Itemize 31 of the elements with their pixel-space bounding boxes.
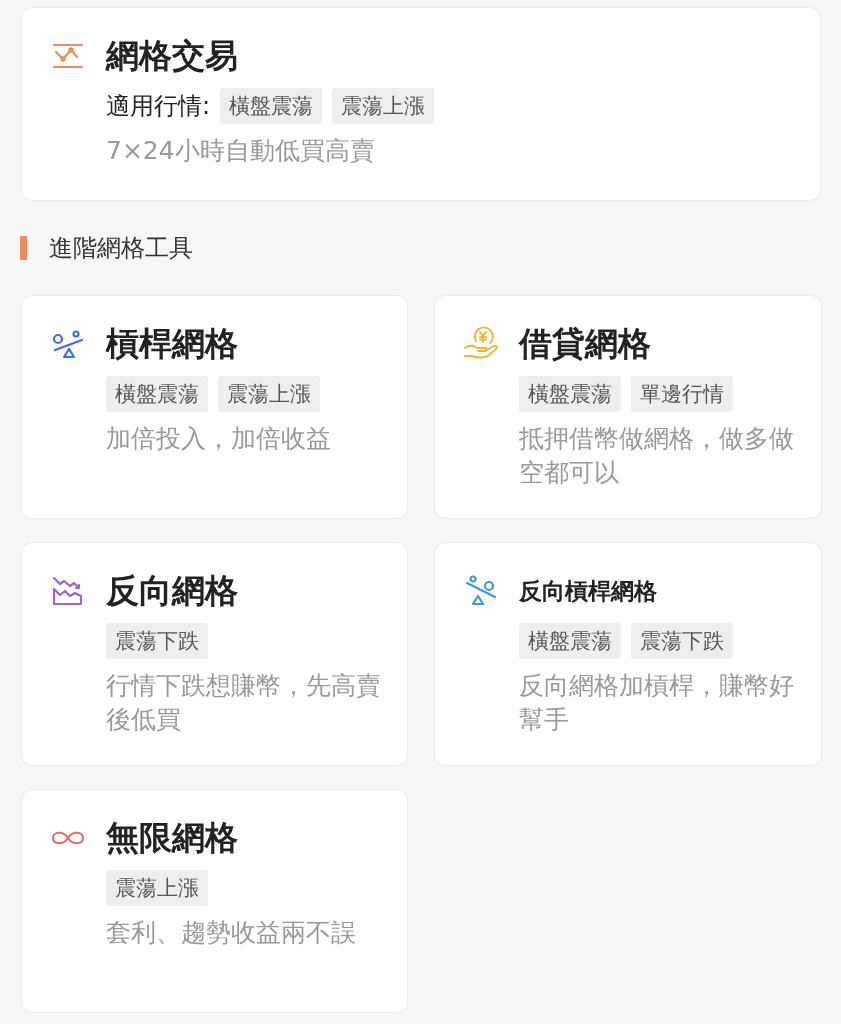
market-tag: 震蕩上漲: [106, 870, 208, 906]
market-label: 適用行情:: [106, 91, 211, 122]
card-title: 槓桿網格: [106, 322, 238, 365]
card-title: 借貸網格: [519, 322, 651, 365]
grid-tool-card[interactable]: 槓桿網格 橫盤震蕩 震蕩上漲 加倍投入，加倍收益: [22, 296, 407, 518]
market-tag: 單邊行情: [631, 376, 733, 412]
section-marker: [20, 236, 27, 260]
market-tag: 橫盤震蕩: [519, 376, 621, 412]
card-description: 抵押借幣做網格，做多做空都可以: [519, 423, 795, 489]
section-title: 進階網格工具: [49, 233, 193, 264]
card-description: 行情下跌想賺幣，先高賣後低買: [106, 670, 382, 736]
market-tag: 橫盤震蕩: [519, 623, 621, 659]
grid-tool-card[interactable]: 反向網格 震蕩下跌 行情下跌想賺幣，先高賣後低買: [22, 543, 407, 765]
card-description: 反向網格加槓桿，賺幣好幫手: [519, 670, 795, 736]
card-title: 反向槓桿網格: [519, 576, 657, 606]
grid-tool-card[interactable]: 借貸網格 橫盤震蕩 單邊行情 抵押借幣做網格，做多做空都可以: [435, 296, 821, 518]
card-description: 加倍投入，加倍收益: [106, 423, 332, 455]
card-title: 無限網格: [106, 816, 238, 859]
market-tag: 橫盤震蕩: [220, 88, 323, 124]
market-tag: 橫盤震蕩: [106, 376, 208, 412]
card-description: 套利、趨勢收益兩不誤: [106, 917, 357, 949]
card-title: 網格交易: [106, 34, 238, 77]
card-title: 反向網格: [106, 569, 238, 612]
market-tag: 震蕩上漲: [218, 376, 320, 412]
market-tag: 震蕩下跌: [631, 623, 733, 659]
market-tag: 震蕩下跌: [106, 623, 208, 659]
grid-tool-card[interactable]: 無限網格 震蕩上漲 套利、趨勢收益兩不誤: [22, 790, 407, 1012]
grid-trading-card[interactable]: 網格交易 適用行情: 橫盤震蕩 震蕩上漲 7×24小時自動低買高賣: [22, 8, 820, 200]
card-description: 7×24小時自動低買高賣: [106, 135, 376, 167]
grid-tool-card[interactable]: 反向槓桿網格 橫盤震蕩 震蕩下跌 反向網格加槓桿，賺幣好幫手: [435, 543, 821, 765]
market-tag: 震蕩上漲: [332, 88, 435, 124]
